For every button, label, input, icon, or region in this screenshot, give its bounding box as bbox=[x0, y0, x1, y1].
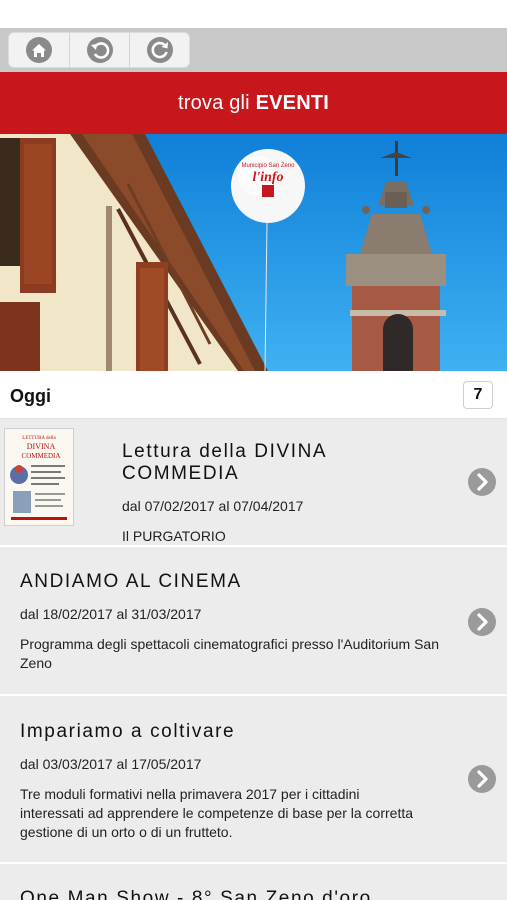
event-text: Impariamo a coltivare dal 03/03/2017 al … bbox=[20, 721, 417, 842]
event-description: Tre moduli formativi nella primavera 201… bbox=[20, 786, 414, 840]
undo-arrow-icon bbox=[86, 37, 113, 63]
event-item[interactable]: Impariamo a coltivare dal 03/03/2017 al … bbox=[0, 696, 507, 864]
chevron-right-icon[interactable] bbox=[467, 467, 497, 497]
event-title: One Man Show - 8° San Zeno d'oro bbox=[20, 888, 372, 900]
section-header: Oggi 7 bbox=[0, 371, 507, 419]
event-title: Impariamo a coltivare bbox=[20, 721, 236, 742]
toolbar-button-group bbox=[8, 32, 190, 68]
event-list: LETTURA della DIVINA COMMEDIA Lettura de… bbox=[0, 419, 507, 900]
page-title-strong: EVENTI bbox=[255, 91, 330, 114]
event-item[interactable]: ANDIAMO AL CINEMA dal 18/02/2017 al 31/0… bbox=[0, 547, 507, 696]
event-title: Lettura della DIVINA COMMEDIA bbox=[122, 441, 327, 484]
chevron-right-icon[interactable] bbox=[467, 764, 497, 794]
page-title: trova gli EVENTI bbox=[178, 92, 329, 115]
poster-line3: COMMEDIA bbox=[22, 452, 61, 460]
event-title: ANDIAMO AL CINEMA bbox=[20, 571, 242, 592]
page-header: trova gli EVENTI bbox=[0, 72, 507, 134]
home-icon bbox=[26, 37, 52, 63]
event-item[interactable]: LETTURA della DIVINA COMMEDIA Lettura de… bbox=[0, 419, 507, 547]
event-dates: dal 07/02/2017 al 07/04/2017 bbox=[122, 498, 304, 514]
reload-button[interactable] bbox=[129, 33, 189, 67]
hero-banner: Municipio San Zeno l'info bbox=[0, 134, 507, 371]
chevron-right-icon[interactable] bbox=[467, 607, 497, 637]
event-description: Programma degli spettacoli cinematografi… bbox=[20, 636, 439, 671]
home-button[interactable] bbox=[9, 33, 69, 67]
event-count-badge: 7 bbox=[463, 381, 493, 409]
page-title-prefix: trova gli bbox=[177, 91, 256, 114]
poster-line1: LETTURA della bbox=[22, 436, 56, 441]
event-description: Il PURGATORIO bbox=[122, 528, 226, 544]
section-title: Oggi bbox=[10, 386, 51, 406]
event-dates: dal 18/02/2017 al 31/03/2017 bbox=[20, 606, 202, 622]
status-strip bbox=[0, 0, 507, 28]
refresh-icon bbox=[146, 37, 173, 63]
event-dates: dal 03/03/2017 al 17/05/2017 bbox=[20, 756, 202, 772]
event-poster-image: LETTURA della DIVINA COMMEDIA bbox=[5, 429, 73, 525]
browser-toolbar bbox=[0, 28, 507, 72]
event-thumbnail: LETTURA della DIVINA COMMEDIA bbox=[4, 428, 74, 526]
event-item[interactable]: One Man Show - 8° San Zeno d'oro bbox=[0, 864, 507, 900]
hero-image: Municipio San Zeno l'info bbox=[0, 134, 507, 371]
balloon-text-top: Municipio San Zeno bbox=[241, 163, 295, 169]
back-button[interactable] bbox=[69, 33, 129, 67]
event-text: ANDIAMO AL CINEMA dal 18/02/2017 al 31/0… bbox=[20, 571, 463, 673]
event-text: Lettura della DIVINA COMMEDIA dal 07/02/… bbox=[122, 441, 447, 546]
balloon-text-main: l'info bbox=[252, 170, 283, 185]
event-text: One Man Show - 8° San Zeno d'oro bbox=[20, 888, 487, 900]
poster-line2: DIVINA bbox=[27, 442, 56, 451]
